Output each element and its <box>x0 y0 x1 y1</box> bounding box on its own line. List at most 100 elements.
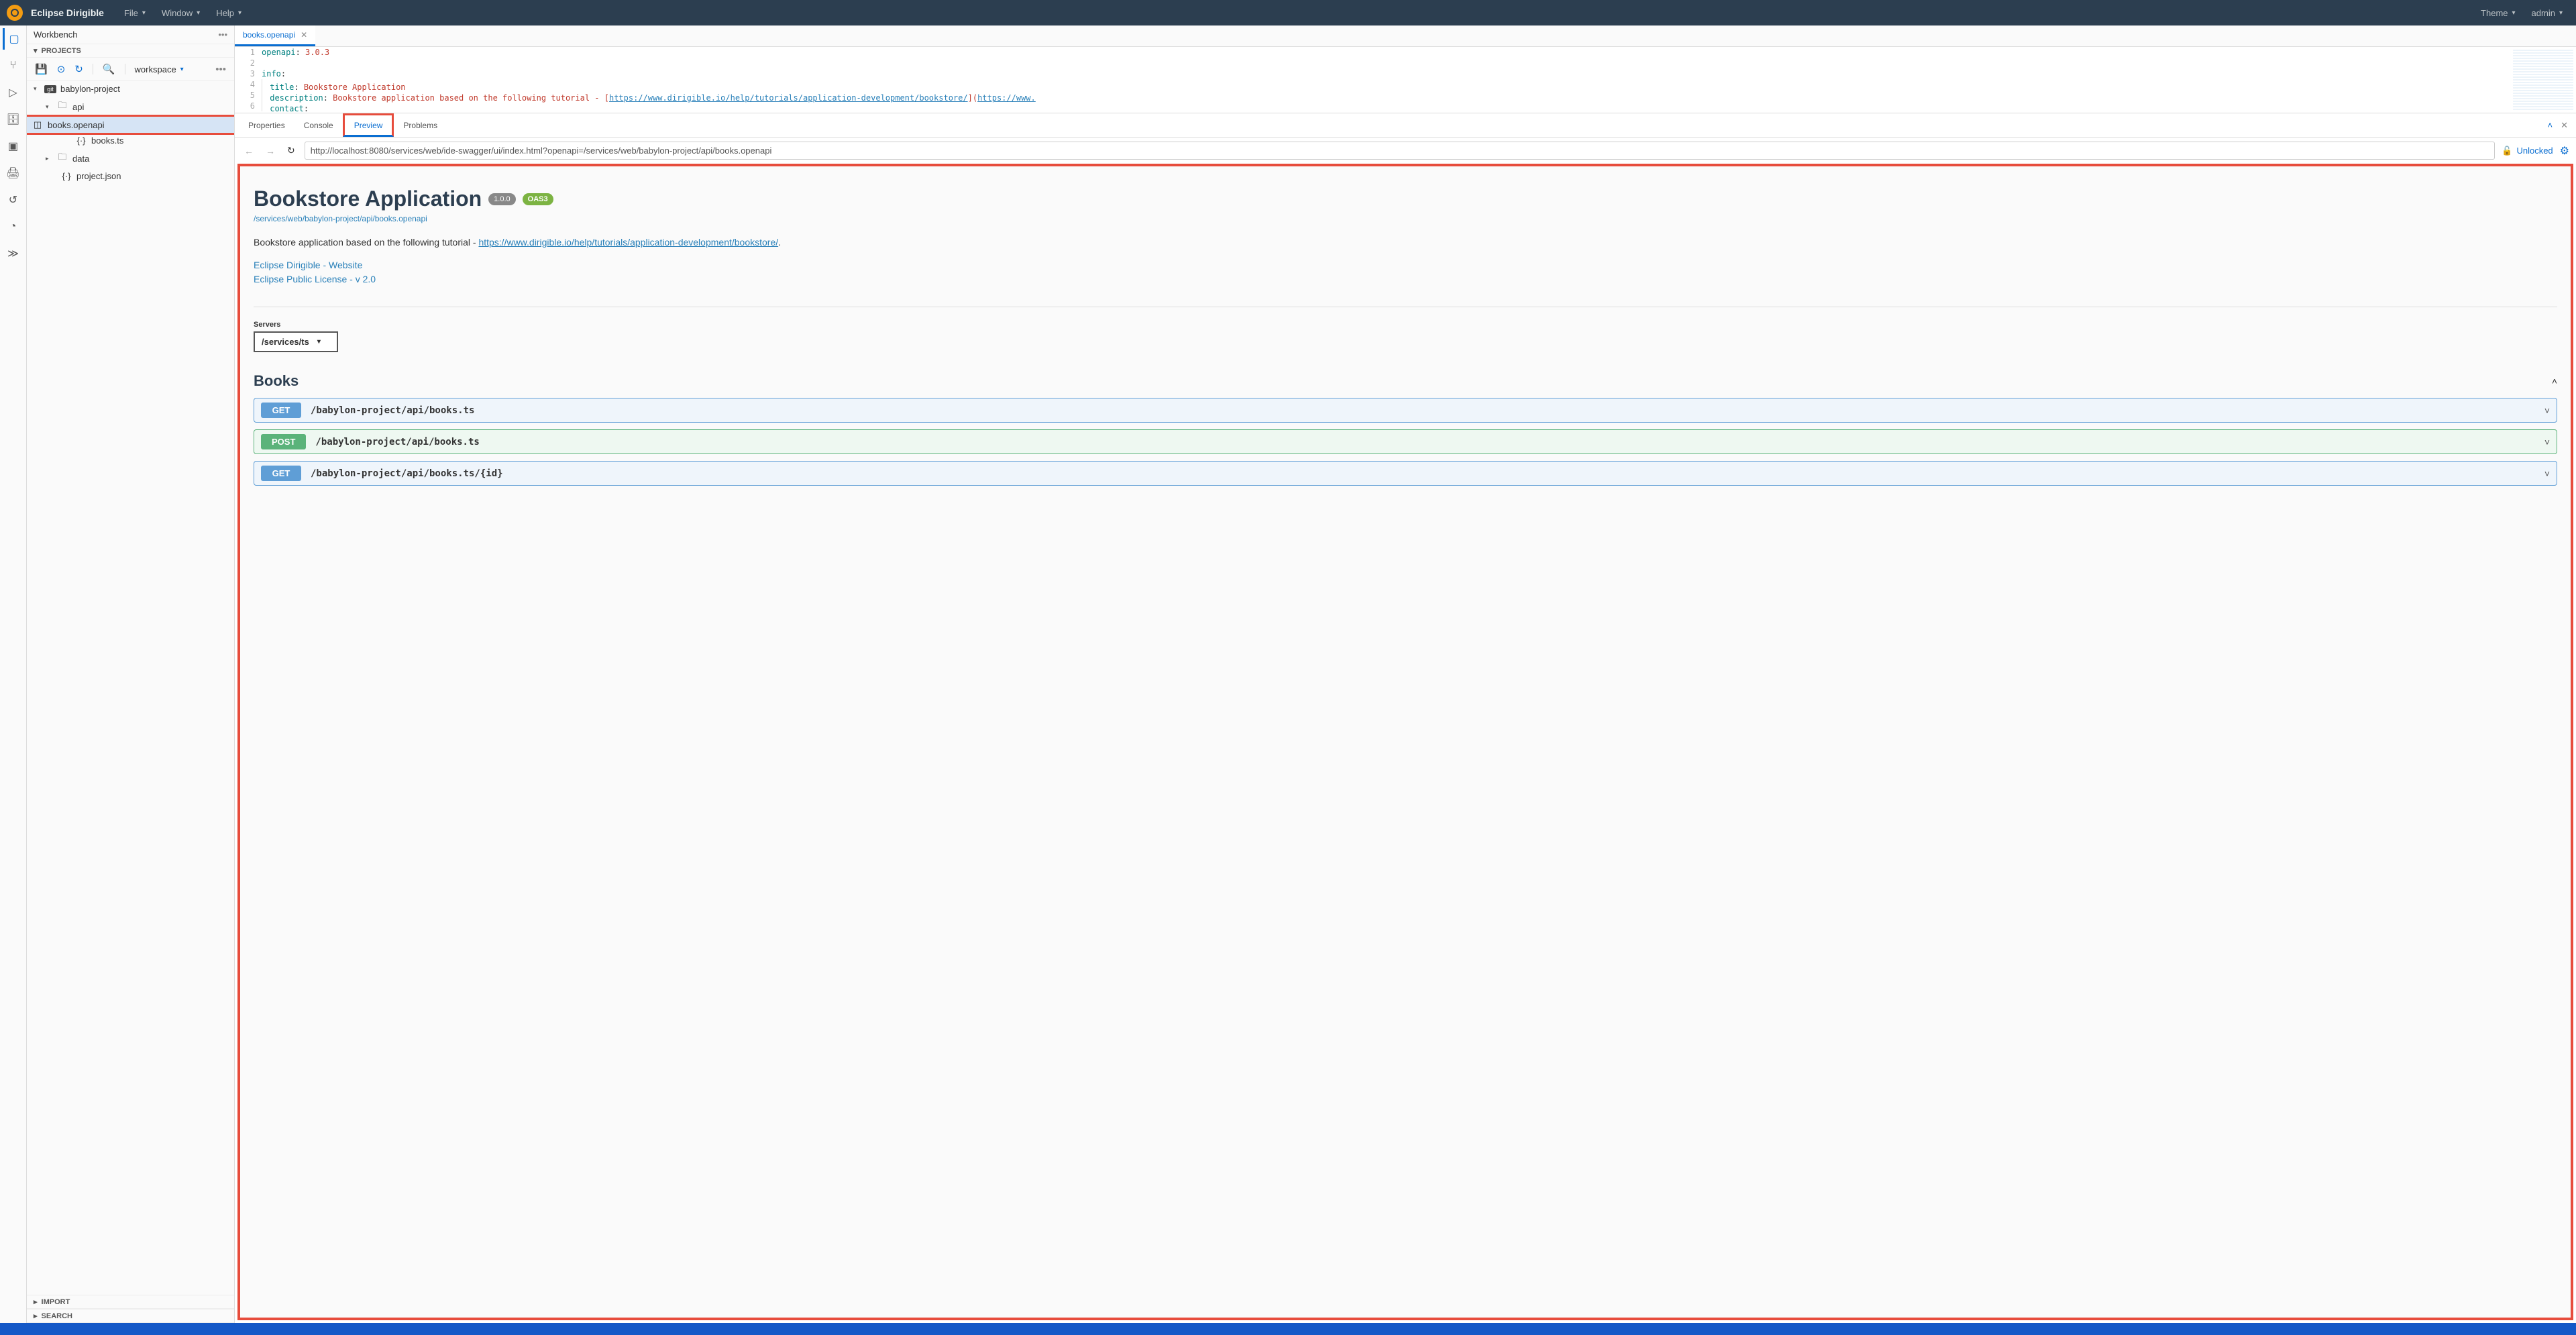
tab-console[interactable]: Console <box>294 113 343 137</box>
save-icon[interactable]: 💾 <box>35 63 48 75</box>
close-icon[interactable]: ✕ <box>301 30 307 40</box>
tree-folder-data[interactable]: ▸ 🗀 data <box>27 148 234 168</box>
chevron-down-icon: ˅ <box>2544 437 2550 447</box>
project-tree: ▾ git babylon-project ▾ 🗀 api ◫ books.op… <box>27 81 234 1295</box>
website-link[interactable]: Eclipse Dirigible - Website <box>254 258 2557 272</box>
operation-row[interactable]: GET/babylon-project/api/books.ts/{id}˅ <box>254 461 2557 486</box>
code-editor[interactable]: 1openapi: 3.0.3 2 3info: 4 title: Bookst… <box>235 47 2576 113</box>
chevron-down-icon: ▾ <box>317 338 321 345</box>
editor-tab[interactable]: books.openapi ✕ <box>235 25 315 46</box>
chevron-down-icon: ▾ <box>238 9 241 17</box>
menu-file[interactable]: File▾ <box>117 5 152 21</box>
activity-database[interactable]: 🗄 <box>3 109 24 130</box>
folder-icon: 🗀 <box>56 99 68 114</box>
chevron-down-icon: ▾ <box>46 103 52 111</box>
tab-properties[interactable]: Properties <box>239 113 294 137</box>
minimize-icon[interactable]: ˄ <box>2544 120 2557 130</box>
minimap[interactable] <box>2513 50 2573 110</box>
search-section[interactable]: ▸ Search <box>27 1309 234 1323</box>
code-icon: {·} <box>75 136 87 146</box>
bottom-panel: Properties Console Preview Problems ˄ ✕ … <box>235 113 2576 1323</box>
chevron-down-icon: ▾ <box>34 46 38 55</box>
chevron-down-icon: ▾ <box>197 9 200 17</box>
method-badge: GET <box>261 466 301 481</box>
unlock-icon: 🔓 <box>2502 146 2512 156</box>
preview-url-input[interactable] <box>305 142 2496 160</box>
activity-debug[interactable]: ▷ <box>3 82 24 103</box>
activity-more[interactable]: ≫ <box>3 243 24 264</box>
more-icon[interactable]: ••• <box>215 64 226 75</box>
operation-path: /babylon-project/api/books.ts <box>311 405 474 416</box>
sidebar: Workbench ••• ▾ Projects 💾 ⊙ ↻ 🔍 workspa… <box>27 25 235 1323</box>
sidebar-header: Workbench ••• <box>27 25 234 44</box>
chevron-right-icon: ▸ <box>34 1297 38 1306</box>
tab-problems[interactable]: Problems <box>394 113 447 137</box>
license-link[interactable]: Eclipse Public License - v 2.0 <box>254 272 2557 286</box>
search-icon[interactable]: 🔍 <box>103 63 115 75</box>
refresh-icon[interactable]: ↻ <box>74 63 83 75</box>
app-logo <box>7 5 23 21</box>
activity-workbench[interactable]: ▢ <box>3 28 24 50</box>
preview-toolbar: ← → ↻ 🔓Unlocked ⚙ <box>235 138 2576 164</box>
menu-theme[interactable]: Theme▾ <box>2474 5 2522 21</box>
servers-select[interactable]: /services/ts ▾ <box>254 331 338 352</box>
forward-icon[interactable]: → <box>263 146 278 156</box>
method-badge: GET <box>261 403 301 418</box>
tag-books[interactable]: Books ˄ <box>254 372 2557 390</box>
projects-toolbar: 💾 ⊙ ↻ 🔍 workspace▾ ••• <box>27 58 234 81</box>
workspace-selector[interactable]: workspace▾ <box>135 64 184 74</box>
activity-bar: ▢ ⑂ ▷ 🗄 ▣ 🖨 ↺ ◔ ≫ <box>0 25 27 1323</box>
import-section[interactable]: ▸ Import <box>27 1295 234 1309</box>
operation-row[interactable]: GET/babylon-project/api/books.ts ˅ <box>254 398 2557 423</box>
chevron-down-icon: ▾ <box>180 66 184 73</box>
spec-url[interactable]: /services/web/babylon-project/api/books.… <box>254 214 2557 223</box>
swagger-description: Bookstore application based on the follo… <box>254 237 2557 248</box>
activity-git[interactable]: ⑂ <box>3 55 24 76</box>
menu-window[interactable]: Window▾ <box>155 5 207 21</box>
sidebar-title: Workbench <box>34 30 78 40</box>
bottom-tabs: Properties Console Preview Problems ˄ ✕ <box>235 113 2576 138</box>
activity-terminal[interactable]: ▣ <box>3 136 24 157</box>
projects-section[interactable]: ▾ Projects <box>27 44 234 58</box>
activity-history[interactable]: ↺ <box>3 189 24 211</box>
refresh-icon[interactable]: ↻ <box>284 145 298 156</box>
chevron-down-icon: ▾ <box>2559 9 2563 17</box>
tree-file-ts[interactable]: {·} books.ts <box>27 133 234 148</box>
settings-icon[interactable]: ⚙ <box>2560 144 2569 158</box>
tree-file-projectjson[interactable]: {·} project.json <box>27 168 234 184</box>
close-icon[interactable]: ✕ <box>2557 120 2572 131</box>
chevron-up-icon: ˄ <box>2552 376 2557 386</box>
openapi-icon: ◫ <box>32 119 44 130</box>
menu-help[interactable]: Help▾ <box>209 5 248 21</box>
chevron-down-icon: ▾ <box>2512 9 2516 17</box>
oas-badge: OAS3 <box>523 193 553 205</box>
tutorial-link[interactable]: https://www.dirigible.io/help/tutorials/… <box>478 237 778 248</box>
tree-folder-api[interactable]: ▾ 🗀 api <box>27 97 234 117</box>
folder-icon: 🗀 <box>56 151 68 166</box>
tab-preview[interactable]: Preview <box>343 113 394 137</box>
chevron-down-icon: ˅ <box>2544 405 2550 416</box>
git-icon: git <box>44 85 56 93</box>
tree-file-openapi[interactable]: ◫ books.openapi <box>27 115 234 135</box>
servers-label: Servers <box>254 321 2557 329</box>
swagger-preview[interactable]: Bookstore Application 1.0.0 OAS3 /servic… <box>237 164 2573 1320</box>
activity-perf[interactable]: ◔ <box>3 216 24 237</box>
tree-project[interactable]: ▾ git babylon-project <box>27 81 234 97</box>
method-badge: POST <box>261 434 306 449</box>
chevron-down-icon: ▾ <box>142 9 146 17</box>
unlock-button[interactable]: 🔓Unlocked <box>2502 146 2553 156</box>
version-badge: 1.0.0 <box>488 193 515 205</box>
status-bar <box>0 1323 2576 1335</box>
operation-path: /babylon-project/api/books.ts <box>315 437 479 447</box>
editor-area: books.openapi ✕ 1openapi: 3.0.3 2 3info:… <box>235 25 2576 1323</box>
run-icon[interactable]: ⊙ <box>57 63 66 75</box>
top-bar: Eclipse Dirigible File▾ Window▾ Help▾ Th… <box>0 0 2576 25</box>
back-icon[interactable]: ← <box>241 146 256 156</box>
more-icon[interactable]: ••• <box>218 30 227 40</box>
app-title: Eclipse Dirigible <box>31 7 104 18</box>
activity-output[interactable]: 🖨 <box>3 162 24 184</box>
chevron-right-icon: ▸ <box>34 1312 38 1320</box>
chevron-right-icon: ▸ <box>46 155 52 162</box>
menu-user[interactable]: admin▾ <box>2525 5 2569 21</box>
operation-row[interactable]: POST/babylon-project/api/books.ts ˅ <box>254 429 2557 454</box>
